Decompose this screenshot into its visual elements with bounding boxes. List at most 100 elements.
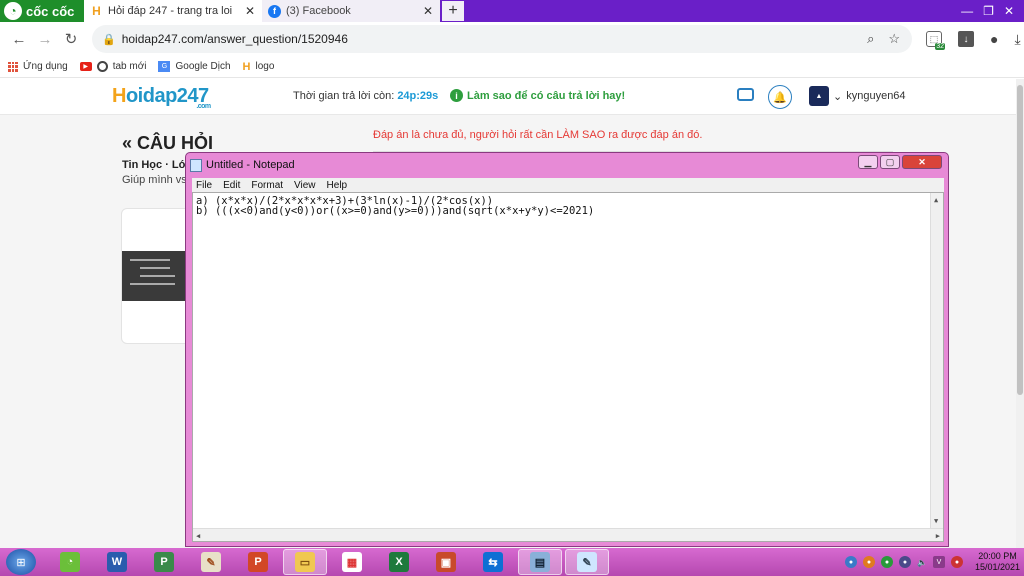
taskbar-notepad[interactable]: ✎ — [565, 549, 609, 575]
bookmark-label: logo — [255, 61, 275, 72]
menu-file[interactable]: File — [196, 180, 212, 191]
tray-app-icon[interactable]: ● — [950, 556, 963, 568]
back-arrow-icon[interactable]: ← — [6, 31, 32, 48]
bookmark-label: Ứng dụng — [23, 61, 68, 72]
taskbar-apps[interactable]: ▦ — [330, 549, 374, 575]
notepad-horizontal-scrollbar[interactable]: ◀ ▶ — [193, 528, 943, 541]
bookmark-star-icon[interactable]: ☆ — [888, 31, 900, 47]
tray-app-icon[interactable]: ● — [898, 556, 911, 568]
taskbar-project[interactable]: P — [142, 549, 186, 575]
taskbar-calculator[interactable]: ▤ — [518, 549, 562, 575]
howto-link[interactable]: i Làm sao để có câu trả lời hay! — [450, 89, 625, 102]
minimize-icon[interactable]: — — [961, 4, 973, 18]
notepad-icon — [190, 158, 202, 172]
site-header: Hoidap247 .com Thời gian trả lời còn: 24… — [0, 79, 1024, 115]
bookmark-label: Google Dịch — [175, 61, 231, 72]
answer-warning: Đáp án là chưa đủ, người hỏi rất cần LÀM… — [373, 129, 703, 141]
download-manager-icon[interactable]: ↓ — [958, 31, 974, 47]
taskbar: ⊞ ◔ W P ✎ P ▭ ▦ X ▣ ⇆ ▤ ✎ ● ● ● ● 🔈 V ● … — [0, 548, 1024, 576]
tab-close-icon[interactable]: ✕ — [244, 4, 256, 18]
bookmark-apps[interactable]: Ứng dụng — [8, 61, 68, 72]
notepad-minimize-button[interactable]: ▁ — [858, 155, 878, 169]
url-text: hoidap247.com/answer_question/1520946 — [121, 32, 348, 46]
account-icon[interactable]: ● — [990, 31, 998, 47]
taskbar-coccoc[interactable]: ◔ — [48, 549, 92, 575]
bookmark-label: tab mới — [112, 61, 147, 72]
tab-facebook[interactable]: f (3) Facebook ✕ — [262, 0, 440, 22]
extension-icon[interactable]: ⬚ 32 — [926, 31, 945, 50]
network-icon[interactable]: ● — [844, 556, 857, 568]
site-logo[interactable]: Hoidap247 .com — [112, 85, 211, 110]
reload-icon[interactable]: ↻ — [58, 30, 84, 48]
menu-edit[interactable]: Edit — [223, 180, 240, 191]
taskbar-powerpoint[interactable]: P — [236, 549, 280, 575]
lock-icon: 🔒 — [102, 33, 116, 46]
chat-icon[interactable] — [737, 88, 754, 101]
notepad-close-button[interactable]: ✕ — [902, 155, 942, 169]
download-arrow-icon[interactable]: ⤓ — [1014, 31, 1020, 48]
notepad-menubar: File Edit Format View Help — [192, 178, 944, 192]
browser-tab-bar: ◔ cốc cốc H Hỏi đáp 247 - trang tra loi … — [0, 0, 1024, 22]
scroll-down-icon[interactable]: ▼ — [934, 516, 938, 526]
scroll-left-icon[interactable]: ◀ — [196, 531, 200, 541]
page-scrollbar[interactable] — [1016, 79, 1024, 548]
tab-close-icon[interactable]: ✕ — [422, 4, 434, 18]
clock-time: 20:00 PM — [978, 551, 1017, 561]
coccoc-icon: ◔ — [60, 552, 80, 572]
url-input[interactable]: 🔒 hoidap247.com/answer_question/1520946 … — [92, 25, 912, 53]
tab-title: (3) Facebook — [286, 5, 351, 17]
unikey-icon[interactable]: V — [932, 556, 945, 568]
menu-format[interactable]: Format — [251, 180, 283, 191]
notepad-vertical-scrollbar[interactable]: ▲ ▼ — [930, 193, 943, 528]
zoom-icon[interactable]: ⌕ — [867, 31, 874, 47]
folder-icon: ▭ — [295, 552, 315, 572]
notepad-controls: ▁ ▢ ✕ — [858, 155, 942, 169]
volume-icon[interactable]: 🔈 — [917, 558, 927, 567]
facebook-favicon-icon: f — [268, 4, 281, 18]
menu-view[interactable]: View — [294, 180, 316, 191]
close-icon[interactable]: ✕ — [1004, 4, 1014, 18]
bell-icon[interactable]: 🔔 — [768, 85, 792, 109]
clock[interactable]: 20:00 PM 15/01/2021 — [975, 551, 1020, 573]
bookmark-google-dich[interactable]: G Google Dịch — [158, 61, 231, 72]
start-button[interactable]: ⊞ — [6, 549, 36, 575]
notepad-text-area[interactable]: a) (x*x*x)/(2*x*x*x*x+3)+(3*ln(x)-1)/(2*… — [192, 192, 944, 542]
taskbar-explorer[interactable]: ▭ — [283, 549, 327, 575]
question-image[interactable] — [122, 251, 191, 301]
question-heading: « CÂU HỎI — [122, 133, 214, 153]
question-card — [121, 208, 191, 344]
browser-brand: cốc cốc — [26, 3, 75, 19]
taskbar-photo[interactable]: ▣ — [424, 549, 468, 575]
notepad-titlebar[interactable]: Untitled - Notepad — [190, 157, 295, 173]
new-tab-button[interactable]: + — [442, 1, 464, 21]
apps-grid-icon — [8, 61, 18, 72]
tab-title: Hỏi đáp 247 - trang tra loi — [108, 5, 233, 17]
bookmark-logo[interactable]: H logo — [243, 61, 275, 73]
restore-icon[interactable]: ❐ — [983, 4, 994, 18]
notepad-maximize-button[interactable]: ▢ — [880, 155, 900, 169]
tray-app-icon[interactable]: ● — [862, 556, 875, 568]
bookmark-tab-moi[interactable]: ▶ tab mới — [79, 61, 147, 72]
tab-hoidap[interactable]: H Hỏi đáp 247 - trang tra loi ✕ — [84, 0, 262, 22]
word-icon: W — [107, 552, 127, 572]
taskbar-word[interactable]: W — [95, 549, 139, 575]
system-tray: ● ● ● ● 🔈 V ● 20:00 PM 15/01/2021 — [844, 548, 1020, 576]
scroll-up-icon[interactable]: ▲ — [934, 195, 938, 205]
coccoc-menu-button[interactable]: ◔ cốc cốc — [0, 0, 84, 22]
taskbar-paint[interactable]: ✎ — [189, 549, 233, 575]
scroll-right-icon[interactable]: ▶ — [936, 531, 940, 541]
taskbar-teamviewer[interactable]: ⇆ — [471, 549, 515, 575]
forward-arrow-icon[interactable]: → — [32, 31, 58, 48]
paint-icon: ✎ — [201, 552, 221, 572]
menu-help[interactable]: Help — [327, 180, 348, 191]
logo-h: H — [112, 85, 126, 107]
google-translate-icon: G — [158, 61, 171, 72]
logo-suffix: .com — [196, 103, 211, 110]
tray-app-icon[interactable]: ● — [880, 556, 893, 568]
youtube-icon: ▶ — [79, 62, 92, 71]
user-menu[interactable]: ▲ ⌄ kynguyen64 — [809, 86, 906, 106]
avatar: ▲ — [809, 86, 829, 106]
bookmarks-bar: Ứng dụng ▶ tab mới G Google Dịch H logo — [0, 56, 1024, 78]
username: kynguyen64 — [846, 90, 906, 102]
taskbar-excel[interactable]: X — [377, 549, 421, 575]
